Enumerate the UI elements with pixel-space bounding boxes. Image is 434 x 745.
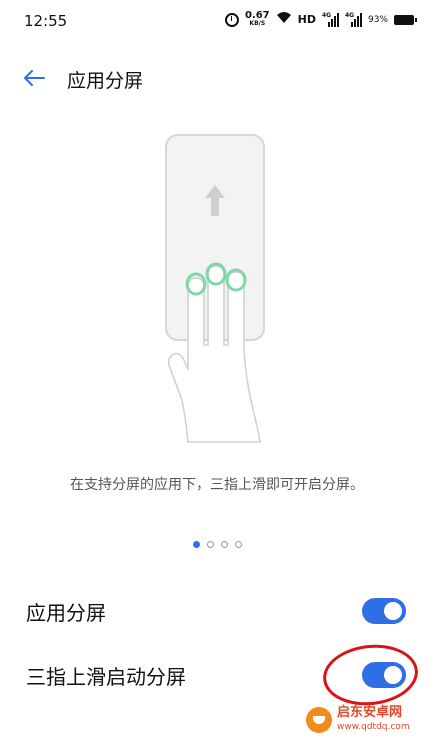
watermark-text: 启东安卓网 www.qdtdq.com bbox=[337, 706, 410, 734]
app-split-screen-toggle[interactable] bbox=[362, 598, 406, 624]
watermark-logo-icon bbox=[306, 707, 332, 733]
alarm-icon bbox=[224, 12, 239, 27]
setting-label: 应用分屏 bbox=[26, 601, 106, 625]
pager-dot[interactable] bbox=[206, 541, 214, 548]
signal-icon: 4G bbox=[321, 11, 339, 27]
battery-icon bbox=[394, 14, 417, 25]
page-title: 应用分屏 bbox=[67, 70, 144, 92]
pager-dot-active[interactable] bbox=[192, 541, 200, 548]
signal-icon: 4G bbox=[344, 11, 362, 27]
toggle-knob bbox=[384, 602, 402, 620]
watermark-url: www.qdtdq.com bbox=[337, 722, 410, 732]
pager-dot[interactable] bbox=[220, 541, 228, 548]
gesture-description: 在支持分屏的应用下，三指上滑即可开启分屏。 bbox=[70, 477, 364, 493]
status-bar: 12:55 0.67 KB/S HD 4G 4G 93% bbox=[0, 0, 434, 44]
header: 应用分屏 bbox=[0, 58, 434, 98]
network-speed: 0.67 KB/S bbox=[244, 9, 270, 28]
wifi-icon bbox=[276, 11, 292, 28]
pager-dots bbox=[0, 541, 434, 548]
gesture-illustration bbox=[130, 130, 310, 450]
signal2-label: 4G bbox=[344, 11, 355, 19]
battery-percent: 93% bbox=[367, 14, 388, 25]
hd-label: HD bbox=[297, 13, 316, 26]
network-speed-value: 0.67 bbox=[244, 9, 270, 21]
back-button[interactable] bbox=[18, 62, 50, 94]
back-arrow-icon bbox=[24, 70, 45, 86]
signal1-label: 4G bbox=[321, 11, 332, 19]
status-icons: 0.67 KB/S HD 4G 4G 93% bbox=[224, 9, 417, 28]
network-speed-unit: KB/S bbox=[249, 19, 266, 27]
watermark-name: 启东安卓网 bbox=[337, 705, 403, 720]
status-time: 12:55 bbox=[24, 12, 68, 30]
pager-dot[interactable] bbox=[234, 541, 242, 548]
setting-row-app-split-screen[interactable]: 应用分屏 bbox=[0, 583, 434, 639]
setting-label: 三指上滑启动分屏 bbox=[26, 665, 186, 689]
watermark: 启东安卓网 www.qdtdq.com bbox=[306, 706, 410, 734]
